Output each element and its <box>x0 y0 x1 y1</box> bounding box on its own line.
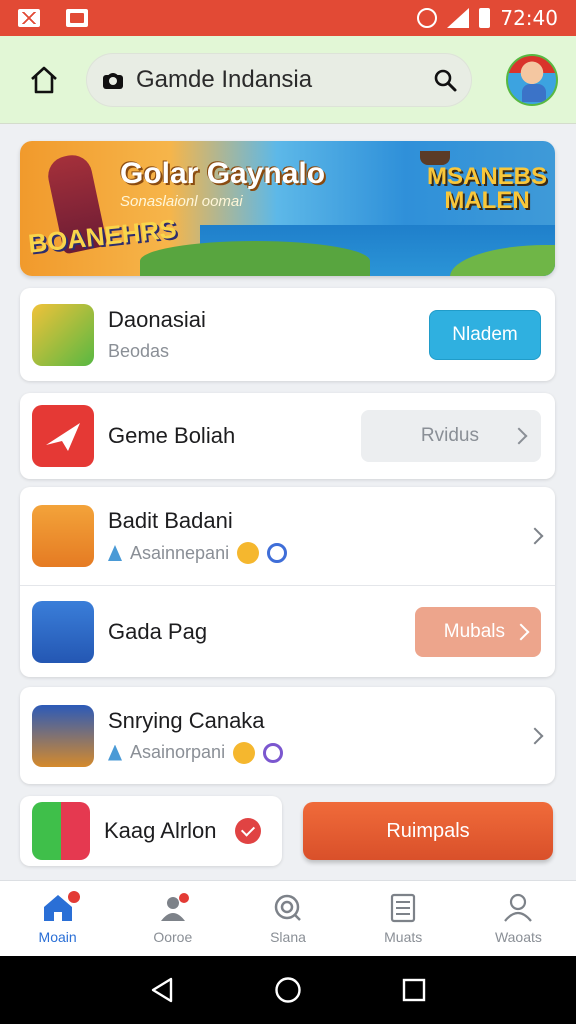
item-subtitle-row: Asainnepani <box>108 542 529 564</box>
item-action-button[interactable]: Rvidus <box>361 410 541 462</box>
item-title: Kaag Alrlon <box>104 818 217 843</box>
item-action-button[interactable]: Ruimpals <box>303 802 553 860</box>
item-subtitle: Asainnepani <box>130 542 230 563</box>
recents-icon[interactable] <box>401 977 427 1003</box>
item-action-button[interactable]: Nladem <box>429 309 541 360</box>
status-bar: 72:40 <box>0 0 576 36</box>
nav-list[interactable]: Muats <box>346 881 461 956</box>
banner-island <box>140 241 370 276</box>
list-card: Badit Badani Asainnepani Gada Pag Mubals <box>20 487 555 677</box>
item-action-button[interactable]: Mubals <box>415 606 541 657</box>
list-item[interactable]: Gada Pag Mubals <box>20 586 555 677</box>
camera-icon[interactable] <box>100 67 126 93</box>
list-item[interactable]: Kaag Alrlon <box>20 796 282 866</box>
back-icon[interactable] <box>149 976 175 1004</box>
banner-logo-right: MSANEBS MALEN <box>426 163 547 214</box>
chest-icon <box>32 704 94 767</box>
item-subtitle-row: Asainorpani <box>108 741 529 764</box>
nav-label: Ooroe <box>153 928 193 945</box>
list-card: Geme Boliah Rvidus <box>20 393 555 479</box>
button-label: Rvidus <box>420 425 479 446</box>
chevron-right-icon <box>512 623 530 640</box>
item-title: Geme Boliah <box>108 423 236 448</box>
search-icon[interactable] <box>432 67 458 93</box>
nav-label: Waoats <box>494 928 542 945</box>
app-header: Gamde Indansia <box>0 36 576 124</box>
list-card: Daonasiai Beodas Nladem <box>20 288 555 381</box>
list-icon <box>391 893 416 922</box>
banner-subtitle: Sonaslaionl oomai <box>120 193 243 210</box>
heart-badge-icon <box>234 818 261 844</box>
list-item[interactable]: Snrying Canaka Asainorpani <box>20 687 555 784</box>
user-icon <box>504 893 533 922</box>
item-title: Snrying Canaka <box>108 707 265 733</box>
bottom-nav: Moain Ooroe Slana Muats Waoats <box>0 880 576 956</box>
item-subtitle: Beodas <box>108 341 170 361</box>
plane-icon <box>32 405 94 467</box>
list-item[interactable]: Geme Boliah Rvidus <box>20 393 555 479</box>
face-badge-icon <box>237 542 260 564</box>
battery-icon <box>479 8 491 28</box>
game-icon <box>32 303 94 366</box>
face-badge-icon <box>233 741 256 764</box>
item-subtitle: Asainorpani <box>130 742 226 762</box>
rocket-icon <box>32 600 94 663</box>
flame-icon <box>108 545 122 561</box>
game-icon <box>32 802 90 860</box>
nav-account[interactable]: Waoats <box>461 881 576 956</box>
verified-badge-icon <box>263 742 284 763</box>
system-nav-bar <box>0 956 576 1024</box>
home-icon <box>31 66 57 93</box>
nav-label: Slana <box>270 928 306 945</box>
verified-badge-icon <box>267 543 288 563</box>
avatar[interactable] <box>506 53 558 106</box>
image-icon <box>66 9 88 27</box>
nav-search[interactable]: Slana <box>230 881 345 956</box>
signal-icon <box>447 8 470 28</box>
home-button[interactable] <box>18 54 70 106</box>
banner-title: Golar Gaynalo <box>120 157 326 190</box>
nav-home[interactable]: Moain <box>0 881 115 956</box>
profile-icon <box>160 892 189 921</box>
item-title: Gada Pag <box>108 618 208 644</box>
home-circle-icon[interactable] <box>274 976 302 1004</box>
search-bar[interactable]: Gamde Indansia <box>86 52 472 107</box>
alarm-icon <box>417 8 438 28</box>
flame-icon <box>108 744 122 761</box>
chevron-right-icon <box>510 427 528 445</box>
chevron-right-icon <box>526 527 544 545</box>
nav-label: Moain <box>38 928 77 945</box>
mail-icon <box>18 9 40 27</box>
list-item[interactable]: Badit Badani Asainnepani <box>20 487 555 585</box>
list-card: Kaag Alrlon <box>20 796 282 866</box>
search-input[interactable]: Gamde Indansia <box>136 66 432 94</box>
item-title: Daonasiai <box>108 307 206 332</box>
notification-dot <box>68 891 80 903</box>
item-title: Badit Badani <box>108 508 233 533</box>
promo-banner[interactable]: Golar Gaynalo Sonaslaionl oomai BOANEHRS… <box>20 141 555 276</box>
nav-profile[interactable]: Ooroe <box>115 881 230 956</box>
status-time: 72:40 <box>500 6 558 30</box>
list-card: Snrying Canaka Asainorpani <box>20 687 555 784</box>
chevron-right-icon <box>526 727 544 744</box>
list-item[interactable]: Daonasiai Beodas Nladem <box>20 288 555 381</box>
nav-label: Muats <box>384 928 423 945</box>
search-icon <box>274 894 301 921</box>
character-icon <box>32 505 94 567</box>
button-label: Mubals <box>443 620 505 642</box>
